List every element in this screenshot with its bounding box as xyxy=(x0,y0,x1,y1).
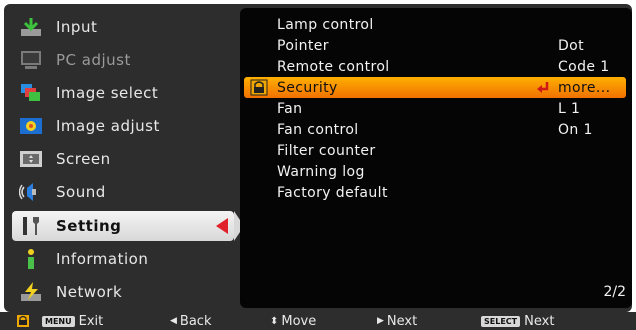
row-label: Fan xyxy=(277,100,303,117)
menu-row-warning-log[interactable]: Warning log xyxy=(244,161,626,182)
row-label: Security xyxy=(277,79,338,96)
menu-row-lamp-control[interactable]: Lamp control xyxy=(244,14,626,35)
menu-row-fan[interactable]: Fan L 1 xyxy=(244,98,626,119)
right-arrow-icon: ▶ xyxy=(377,316,384,326)
exit-hint: MENU Exit xyxy=(42,313,103,329)
move-label: Move xyxy=(281,313,317,329)
row-value: more... xyxy=(558,79,611,96)
sidebar-item-label: Network xyxy=(56,283,123,301)
sidebar-item-label: Sound xyxy=(56,183,106,201)
sidebar: Input PC adjust Image select Image adjus… xyxy=(12,8,244,308)
sidebar-item-label: Image select xyxy=(56,84,159,102)
sidebar-item-image-select[interactable]: Image select xyxy=(12,78,234,108)
row-label: Pointer xyxy=(277,37,329,54)
sidebar-item-network[interactable]: Network xyxy=(12,277,234,307)
image-select-icon xyxy=(18,82,44,104)
sound-icon xyxy=(18,181,44,203)
select-key-icon: SELECT xyxy=(481,315,521,327)
network-icon xyxy=(18,281,44,303)
sidebar-item-information[interactable]: Information xyxy=(12,244,234,274)
row-label: Warning log xyxy=(277,163,365,180)
input-icon xyxy=(18,16,44,38)
menu-row-filter-counter[interactable]: Filter counter xyxy=(244,140,626,161)
row-value: On 1 xyxy=(558,121,593,138)
sidebar-item-input[interactable]: Input xyxy=(12,12,234,42)
back-hint: ◀ Back xyxy=(170,313,211,329)
page-indicator: 2/2 xyxy=(603,284,626,300)
menu-row-pointer[interactable]: Pointer Dot xyxy=(244,35,626,56)
information-icon xyxy=(18,248,44,270)
row-value: Code 1 xyxy=(558,58,610,75)
row-value: L 1 xyxy=(558,100,581,117)
sidebar-item-label: Screen xyxy=(56,150,111,168)
sidebar-item-screen[interactable]: Screen xyxy=(12,144,234,174)
up-down-arrow-icon: ⬍ xyxy=(270,315,279,327)
sidebar-item-label: Input xyxy=(56,18,98,36)
next-label: Next xyxy=(386,313,418,329)
row-label: Fan control xyxy=(277,121,359,138)
sidebar-item-pc-adjust[interactable]: PC adjust xyxy=(12,45,234,75)
exit-label: Exit xyxy=(78,313,104,329)
sidebar-item-label: Setting xyxy=(56,217,122,235)
select-next-label: Next xyxy=(524,313,555,329)
back-label: Back xyxy=(179,313,212,329)
lock-icon xyxy=(250,79,268,96)
row-label: Remote control xyxy=(277,58,390,75)
sidebar-item-image-adjust[interactable]: Image adjust xyxy=(12,111,234,141)
menu-row-security[interactable]: Security more... xyxy=(244,77,626,98)
screen-icon xyxy=(18,148,44,170)
settings-panel: Lamp control Pointer Dot Remote control … xyxy=(240,8,632,308)
selection-arrow-icon xyxy=(216,218,228,234)
row-label: Lamp control xyxy=(277,16,374,33)
row-label: Filter counter xyxy=(277,142,376,159)
menu-window: Input PC adjust Image select Image adjus… xyxy=(4,4,632,312)
lock-status-icon xyxy=(16,313,30,329)
pc-adjust-icon xyxy=(18,49,44,71)
move-hint: ⬍ Move xyxy=(270,313,316,329)
image-adjust-icon xyxy=(18,115,44,137)
sidebar-item-setting[interactable]: Setting xyxy=(12,211,244,241)
sidebar-item-sound[interactable]: Sound xyxy=(12,177,234,207)
menu-key-icon: MENU xyxy=(42,315,75,327)
menu-row-remote-control[interactable]: Remote control Code 1 xyxy=(244,56,626,77)
left-arrow-icon: ◀ xyxy=(170,316,177,326)
menu-row-factory-default[interactable]: Factory default xyxy=(244,182,626,203)
enter-arrow-icon xyxy=(536,80,550,99)
sidebar-item-label: Information xyxy=(56,250,149,268)
next-hint: ▶ Next xyxy=(377,313,417,329)
row-value: Dot xyxy=(558,37,585,54)
sidebar-item-label: Image adjust xyxy=(56,117,160,135)
row-label: Factory default xyxy=(277,184,388,201)
select-next-hint: SELECT Next xyxy=(481,313,554,329)
sidebar-item-label: PC adjust xyxy=(56,51,131,69)
menu-row-fan-control[interactable]: Fan control On 1 xyxy=(244,119,626,140)
setting-icon xyxy=(18,215,44,237)
key-guide-bar: MENU Exit ◀ Back ⬍ Move ▶ Next SELECT Ne… xyxy=(0,312,636,330)
